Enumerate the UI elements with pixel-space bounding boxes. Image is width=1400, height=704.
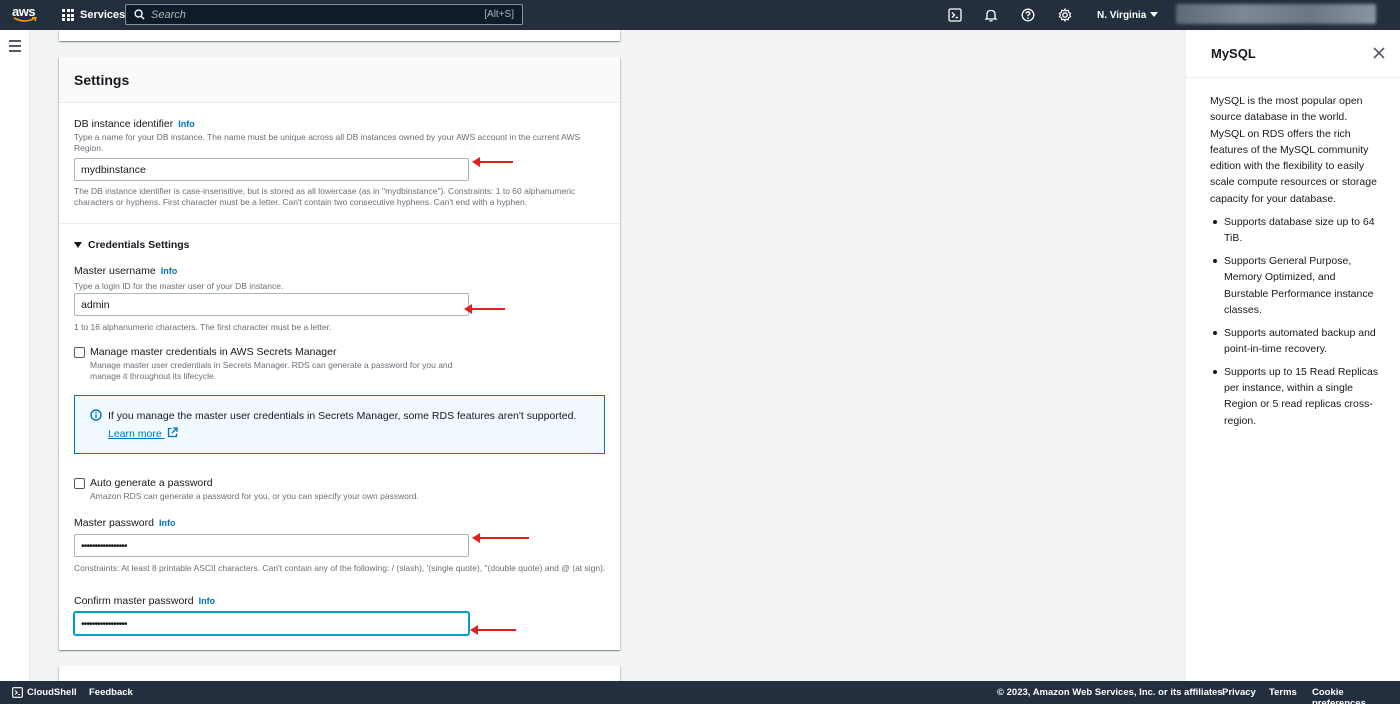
- caret-down-icon: [1150, 12, 1159, 17]
- master-username-constraint: 1 to 16 alphanumeric characters. The fir…: [74, 322, 332, 332]
- help-panel: MySQL MySQL is the most popular open sou…: [1185, 30, 1400, 681]
- settings-title: Settings: [74, 72, 130, 88]
- master-username-input[interactable]: admin: [74, 293, 469, 316]
- region-label: N. Virginia: [1097, 9, 1147, 21]
- secrets-manager-info-alert: If you manage the master user credential…: [74, 395, 605, 454]
- aws-smile-icon: [13, 17, 37, 22]
- master-username-info-link[interactable]: Info: [161, 266, 178, 276]
- copyright-text: © 2023, Amazon Web Services, Inc. or its…: [997, 687, 1226, 698]
- learn-more-link[interactable]: Learn more: [108, 427, 178, 440]
- db-identifier-info-link[interactable]: Info: [178, 119, 195, 129]
- services-label: Services: [80, 9, 126, 21]
- section-divider: [59, 223, 620, 224]
- annotation-arrow: [464, 304, 505, 314]
- db-identifier-constraint: The DB instance identifier is case-insen…: [74, 186, 576, 207]
- caret-down-icon: [74, 241, 82, 248]
- list-item: Supports database size up to 64 TiB.: [1213, 214, 1382, 247]
- master-username-label: Master username Info: [74, 265, 178, 277]
- settings-gear-icon[interactable]: [1057, 7, 1073, 23]
- help-panel-divider: [1186, 77, 1400, 78]
- cloudshell-icon[interactable]: [12, 687, 23, 698]
- master-password-label: Master password Info: [74, 517, 176, 529]
- db-identifier-description: Type a name for your DB instance. The na…: [74, 132, 581, 153]
- help-panel-paragraph: MySQL is the most popular open source da…: [1210, 95, 1377, 205]
- account-menu-blurred[interactable]: [1176, 4, 1376, 24]
- auto-generate-password-option: Auto generate a password Amazon RDS can …: [74, 477, 419, 502]
- privacy-link[interactable]: Privacy: [1222, 687, 1256, 698]
- top-navigation: aws Services [Alt+S]: [0, 0, 1400, 30]
- grid-icon: [62, 9, 74, 21]
- help-panel-feature-list: Supports database size up to 64 TiB. Sup…: [1213, 214, 1382, 436]
- auto-generate-password-checkbox[interactable]: [74, 478, 85, 489]
- close-icon[interactable]: [1373, 47, 1385, 59]
- list-item: Supports General Purpose, Memory Optimiz…: [1213, 253, 1382, 318]
- auto-generate-password-label: Auto generate a password: [90, 477, 213, 489]
- settings-header: Settings: [59, 57, 620, 103]
- annotation-arrow: [472, 533, 529, 543]
- feedback-link[interactable]: Feedback: [89, 687, 133, 698]
- db-identifier-input[interactable]: mydbinstance: [74, 158, 469, 181]
- confirm-password-label: Confirm master password Info: [74, 595, 216, 607]
- db-identifier-section: DB instance identifier Info Type a name f…: [74, 118, 609, 154]
- secrets-manager-checkbox[interactable]: [74, 347, 85, 358]
- left-navigation-rail: [0, 30, 30, 681]
- list-item: Supports automated backup and point-in-t…: [1213, 325, 1382, 358]
- services-menu-button[interactable]: Services: [62, 0, 125, 30]
- search-shortcut: [Alt+S]: [484, 9, 514, 20]
- annotation-arrow: [472, 157, 513, 167]
- external-link-icon: [167, 427, 178, 438]
- aws-logo[interactable]: aws: [12, 4, 40, 26]
- annotation-arrow: [470, 625, 516, 635]
- secrets-manager-description: Manage master user credentials in Secret…: [90, 360, 453, 381]
- info-circle-icon: [90, 409, 102, 421]
- auto-generate-password-description: Amazon RDS can generate a password for y…: [90, 491, 419, 501]
- search-input[interactable]: [151, 8, 485, 21]
- hamburger-menu-icon[interactable]: [9, 40, 21, 55]
- search-icon: [134, 9, 145, 20]
- notifications-bell-icon[interactable]: [983, 7, 999, 23]
- secrets-manager-option: Manage master credentials in AWS Secrets…: [74, 346, 485, 382]
- search-bar[interactable]: [Alt+S]: [125, 4, 523, 25]
- credentials-settings-title: Credentials Settings: [88, 239, 190, 251]
- previous-section-card: [59, 30, 620, 41]
- master-password-constraint: Constraints: At least 8 printable ASCII …: [74, 563, 606, 573]
- master-password-info-link[interactable]: Info: [159, 518, 176, 528]
- db-identifier-label: DB instance identifier Info: [74, 118, 195, 130]
- confirm-password-input[interactable]: •••••••••••••••••: [74, 612, 469, 635]
- master-password-input[interactable]: •••••••••••••••••: [74, 534, 469, 557]
- footer-bar: CloudShell Feedback © 2023, Amazon Web S…: [0, 681, 1400, 704]
- region-selector[interactable]: N. Virginia: [1097, 0, 1159, 30]
- master-username-description: Type a login ID for the master user of y…: [74, 281, 284, 291]
- credentials-settings-toggle[interactable]: Credentials Settings: [74, 239, 190, 251]
- cloudshell-icon[interactable]: [947, 7, 963, 23]
- info-alert-text: If you manage the master user credential…: [108, 410, 577, 422]
- cookie-preferences-link[interactable]: Cookie preferences: [1312, 687, 1400, 704]
- secrets-manager-label: Manage master credentials in AWS Secrets…: [90, 346, 337, 358]
- list-item: Supports up to 15 Read Replicas per inst…: [1213, 364, 1382, 429]
- confirm-password-info-link[interactable]: Info: [199, 596, 216, 606]
- help-panel-title: MySQL: [1211, 46, 1256, 61]
- terms-link[interactable]: Terms: [1269, 687, 1297, 698]
- help-icon[interactable]: [1020, 7, 1036, 23]
- settings-panel: Settings DB instance identifier Info Type…: [59, 57, 620, 650]
- cloudshell-link[interactable]: CloudShell: [27, 687, 77, 698]
